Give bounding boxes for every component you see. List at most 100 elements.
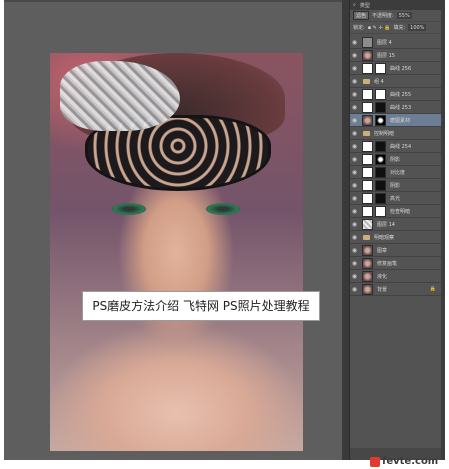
layer-list: ◉ 图层 4 ◉ 图层 15 ◉ 曲线 256 ◉ 组 4 ◉ 曲线 255 ◉ 曲线 253 ◉ 磨图素… xyxy=(350,36,442,296)
layer-name: 检查明暗 xyxy=(390,208,411,215)
layer-name: 图层 15 xyxy=(377,52,395,59)
layer-mask-thumbnail[interactable] xyxy=(375,62,386,74)
layer-row[interactable]: ◉ 高光 xyxy=(350,192,442,205)
visibility-eye-icon[interactable]: ◉ xyxy=(350,65,359,72)
layer-row[interactable]: ◉ 图层 15 xyxy=(350,49,442,62)
layer-thumbnail[interactable] xyxy=(362,49,373,61)
visibility-eye-icon[interactable]: ◉ xyxy=(350,39,359,46)
visibility-eye-icon[interactable]: ◉ xyxy=(350,104,359,111)
visibility-eye-icon[interactable]: ◉ xyxy=(350,91,359,98)
lock-icon: 🔒 xyxy=(429,286,436,292)
layer-row[interactable]: ◉ 图层 4 xyxy=(350,36,442,49)
layer-name: 阴影 xyxy=(390,182,401,189)
layer-mask-thumbnail[interactable] xyxy=(375,101,386,113)
visibility-eye-icon[interactable]: ◉ xyxy=(350,78,359,85)
layer-row[interactable]: ◉ 曲线 256 xyxy=(350,62,442,75)
layer-thumbnail[interactable] xyxy=(362,114,373,126)
tutorial-caption: PS磨皮方法介绍 飞特网 PS照片处理教程 xyxy=(82,291,320,321)
visibility-eye-icon[interactable]: ◉ xyxy=(350,247,359,254)
visibility-eye-icon[interactable]: ◉ xyxy=(350,169,359,176)
visibility-eye-icon[interactable]: ◉ xyxy=(350,182,359,189)
layer-row[interactable]: ◉ 磨图素材 xyxy=(350,114,442,127)
visibility-eye-icon[interactable]: ◉ xyxy=(350,273,359,280)
kind-filter[interactable]: 类型 xyxy=(360,2,370,9)
layer-row[interactable]: ◉ 曲线 253 xyxy=(350,101,442,114)
layer-group-row[interactable]: ◉ 控制明暗 xyxy=(350,127,442,140)
visibility-eye-icon[interactable]: ◉ xyxy=(350,130,359,137)
workspace-top-edge xyxy=(4,0,342,2)
layer-row[interactable]: ◉ 阴影 xyxy=(350,153,442,166)
layer-name: 阴影 xyxy=(390,156,401,163)
layer-row[interactable]: ◉ 图层 14 xyxy=(350,218,442,231)
layer-thumbnail[interactable] xyxy=(362,270,373,282)
layer-mask-thumbnail[interactable] xyxy=(375,179,386,191)
layer-name: 液化 xyxy=(377,273,388,280)
layer-thumbnail[interactable] xyxy=(362,88,373,100)
layer-thumbnail[interactable] xyxy=(362,179,373,191)
layer-name: 磨图素材 xyxy=(390,117,411,124)
layer-name: 曲线 256 xyxy=(390,65,412,72)
left-eye xyxy=(112,203,146,215)
layer-row[interactable]: ◉ 曲线 255 xyxy=(350,88,442,101)
layer-name: 对比度 xyxy=(390,169,406,176)
layer-thumbnail[interactable] xyxy=(362,36,373,48)
layer-row[interactable]: ◉ 对比度 xyxy=(350,166,442,179)
lock-label: 锁定: xyxy=(353,25,365,31)
layer-mask-thumbnail[interactable] xyxy=(375,192,386,204)
visibility-eye-icon[interactable]: ◉ xyxy=(350,143,359,150)
layer-thumbnail[interactable] xyxy=(362,101,373,113)
visibility-eye-icon[interactable]: ◉ xyxy=(350,286,359,293)
layer-thumbnail[interactable] xyxy=(362,192,373,204)
layer-thumbnail[interactable] xyxy=(362,257,373,269)
visibility-eye-icon[interactable]: ◉ xyxy=(350,117,359,124)
layer-mask-thumbnail[interactable] xyxy=(375,140,386,152)
layer-thumbnail[interactable] xyxy=(362,244,373,256)
layers-scrollbar[interactable] xyxy=(441,0,445,460)
layer-name: 曲线 255 xyxy=(390,91,412,98)
layer-thumbnail[interactable] xyxy=(362,218,373,230)
lock-icon[interactable]: ▪ ✎ ✛ 🔒 xyxy=(368,25,391,31)
layer-row[interactable]: ◉ 背景 🔒 xyxy=(350,283,442,296)
visibility-eye-icon[interactable]: ◉ xyxy=(350,195,359,202)
layer-row[interactable]: ◉ 液化 xyxy=(350,270,442,283)
layer-row[interactable]: ◉ 检查明暗 xyxy=(350,205,442,218)
canvas-workspace[interactable]: PS磨皮方法介绍 飞特网 PS照片处理教程 xyxy=(4,0,343,460)
layer-row[interactable]: ◉ 阴影 xyxy=(350,179,442,192)
visibility-eye-icon[interactable]: ◉ xyxy=(350,52,359,59)
layers-filter-bar[interactable]: ⌕ 类型 xyxy=(350,0,442,10)
blend-mode-select[interactable]: 滤色 xyxy=(353,11,370,20)
layer-mask-thumbnail[interactable] xyxy=(375,166,386,178)
layer-name: 曲线 253 xyxy=(390,104,412,111)
layer-mask-thumbnail[interactable] xyxy=(375,114,386,126)
layer-thumbnail[interactable] xyxy=(362,283,373,295)
layer-name: 组 4 xyxy=(374,78,384,85)
layer-thumbnail[interactable] xyxy=(362,140,373,152)
layer-group-row[interactable]: ◉ 组 4 xyxy=(350,75,442,88)
layer-row[interactable]: ◉ 曲线 254 xyxy=(350,140,442,153)
fill-input[interactable]: 100% xyxy=(408,24,427,31)
layer-thumbnail[interactable] xyxy=(362,166,373,178)
visibility-eye-icon[interactable]: ◉ xyxy=(350,208,359,215)
visibility-eye-icon[interactable]: ◉ xyxy=(350,260,359,267)
document-image[interactable] xyxy=(50,53,303,451)
folder-icon xyxy=(363,130,370,136)
visibility-eye-icon[interactable]: ◉ xyxy=(350,234,359,241)
opacity-input[interactable]: 55% xyxy=(396,12,412,19)
layer-name: 图层 4 xyxy=(377,39,392,46)
layer-thumbnail[interactable] xyxy=(362,205,373,217)
layer-thumbnail[interactable] xyxy=(362,62,373,74)
layer-name: 曲线 254 xyxy=(390,143,412,150)
layers-panel: ⌕ 类型 滤色 不透明度: 55% 锁定: ▪ ✎ ✛ 🔒 填充: 100% ◉… xyxy=(349,0,442,460)
layer-row[interactable]: ◉ 图章 xyxy=(350,244,442,257)
folder-icon xyxy=(363,234,370,240)
visibility-eye-icon[interactable]: ◉ xyxy=(350,221,359,228)
visibility-eye-icon[interactable]: ◉ xyxy=(350,156,359,163)
layer-mask-thumbnail[interactable] xyxy=(375,153,386,165)
layer-mask-thumbnail[interactable] xyxy=(375,205,386,217)
layer-name: 明暗观察 xyxy=(374,234,395,241)
layer-mask-thumbnail[interactable] xyxy=(375,88,386,100)
watermark: fevte.com xyxy=(382,456,439,467)
layer-thumbnail[interactable] xyxy=(362,153,373,165)
layer-group-row[interactable]: ◉ 明暗观察 xyxy=(350,231,442,244)
layer-row[interactable]: ◉ 修复画笔 xyxy=(350,257,442,270)
